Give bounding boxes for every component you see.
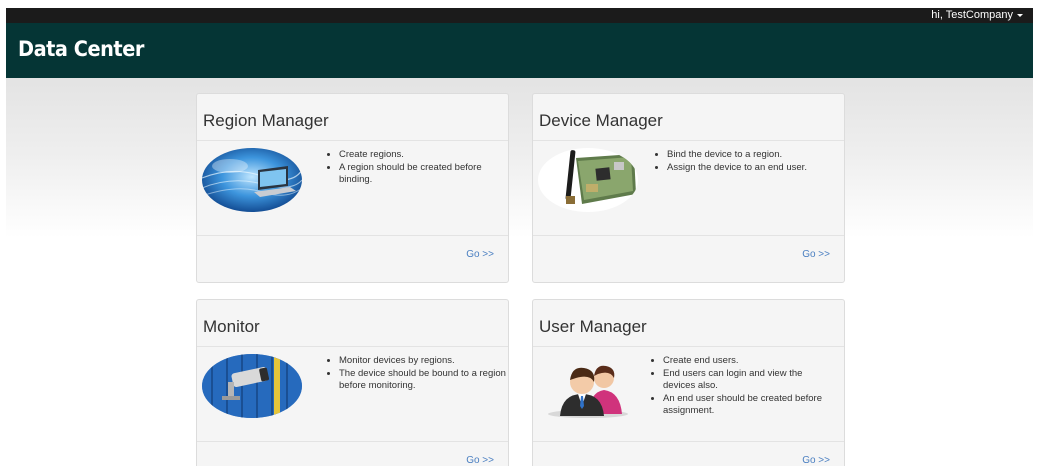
list-item: Monitor devices by regions. bbox=[339, 355, 508, 368]
list-item: A region should be created before bindin… bbox=[339, 162, 508, 187]
circuit-board-image bbox=[538, 148, 638, 212]
card-body: Bind the device to a region. Assign the … bbox=[533, 141, 844, 236]
description-list: Create end users. End users can login an… bbox=[649, 355, 833, 418]
go-link[interactable]: Go >> bbox=[802, 249, 830, 260]
card-title: Device Manager bbox=[539, 111, 663, 130]
list-item: An end user should be created before ass… bbox=[663, 393, 833, 418]
card-monitor: Monitor Monitor devices by regions. The … bbox=[196, 299, 509, 466]
users-image bbox=[538, 354, 638, 418]
top-bar: hi, TestCompany bbox=[6, 8, 1033, 23]
card-header: User Manager bbox=[533, 300, 844, 347]
card-header: Region Manager bbox=[197, 94, 508, 141]
header: Data Center bbox=[6, 23, 1033, 78]
list-item: Assign the device to an end user. bbox=[667, 162, 837, 175]
description-list: Bind the device to a region. Assign the … bbox=[653, 149, 837, 174]
card-body: Create end users. End users can login an… bbox=[533, 347, 844, 442]
go-link[interactable]: Go >> bbox=[802, 455, 830, 466]
card-region-manager: Region Manager • Create regions. • A reg… bbox=[196, 93, 509, 283]
card-header: Monitor bbox=[197, 300, 508, 347]
card-body: Create regions. A region should be creat… bbox=[197, 141, 508, 236]
list-item: Create regions. bbox=[339, 149, 508, 162]
security-camera-image bbox=[202, 354, 302, 418]
cloud-laptop-image bbox=[202, 148, 302, 212]
card-header: Device Manager bbox=[533, 94, 844, 141]
card-title: Monitor bbox=[203, 317, 260, 336]
card-user-manager: User Manager Create end users. bbox=[532, 299, 845, 466]
user-menu-label: hi, TestCompany bbox=[931, 9, 1013, 21]
brand-title: Data Center bbox=[18, 37, 144, 61]
list-item: End users can login and view the devices… bbox=[663, 368, 833, 393]
description-list: Monitor devices by regions. The device s… bbox=[325, 355, 508, 393]
card-device-manager: Device Manager Bind the device to a regi… bbox=[532, 93, 845, 283]
user-menu-dropdown[interactable]: hi, TestCompany bbox=[931, 9, 1023, 22]
card-title: Region Manager bbox=[203, 111, 329, 130]
list-item: The device should be bound to a region b… bbox=[339, 368, 508, 393]
go-link[interactable]: Go >> bbox=[466, 249, 494, 260]
card-body: Monitor devices by regions. The device s… bbox=[197, 347, 508, 442]
go-link[interactable]: Go >> bbox=[466, 455, 494, 466]
card-title: User Manager bbox=[539, 317, 647, 336]
list-item: Bind the device to a region. bbox=[667, 149, 837, 162]
description-list: Create regions. A region should be creat… bbox=[325, 149, 508, 187]
list-item: Create end users. bbox=[663, 355, 833, 368]
page: hi, TestCompany Data Center Region Manag… bbox=[6, 8, 1033, 466]
caret-down-icon bbox=[1017, 13, 1023, 17]
